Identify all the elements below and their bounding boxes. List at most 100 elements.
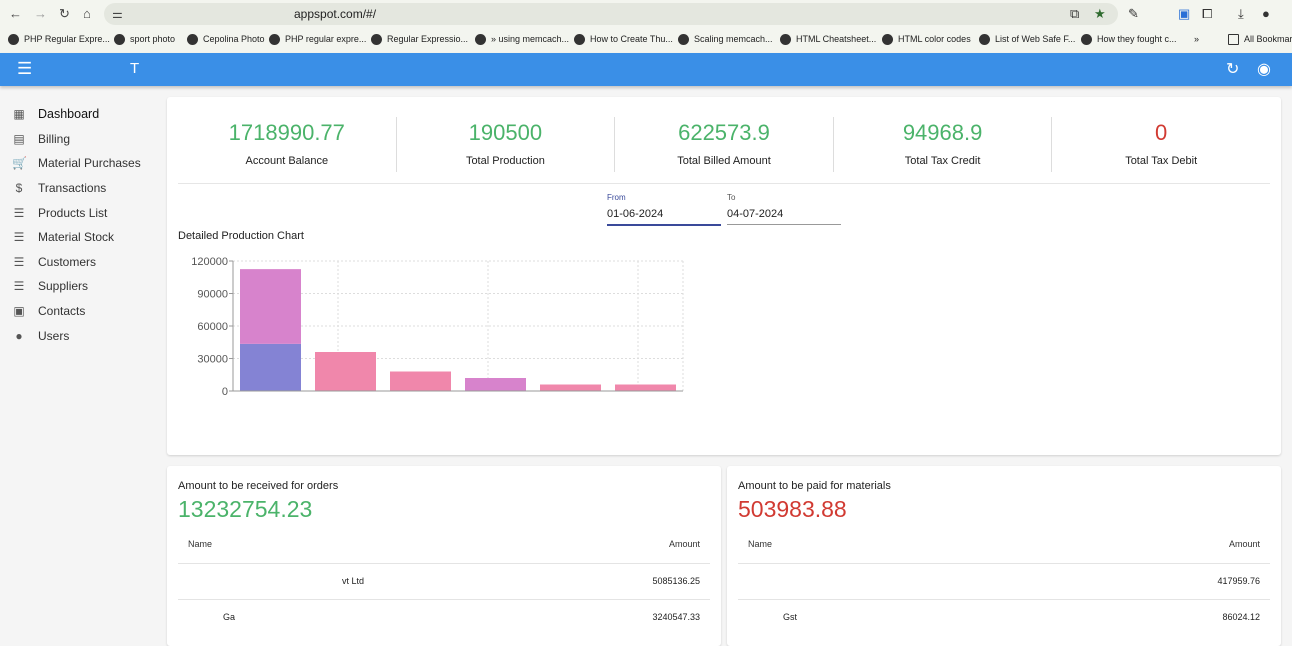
bookmark-item[interactable]: HTML color codes xyxy=(882,30,971,48)
dashboard-icon: ▦ xyxy=(13,107,25,122)
bookmark-item[interactable]: HTML Cheatsheet... xyxy=(780,30,876,48)
home-icon[interactable]: ⌂ xyxy=(83,6,91,21)
bookmark-favicon-icon xyxy=(1081,33,1092,45)
account-icon[interactable]: ◉ xyxy=(1257,59,1271,79)
production-chart: 0 30000 60000 90000 120000 xyxy=(191,256,684,398)
puzzle-icon[interactable]: ⧠ xyxy=(1202,6,1212,22)
sidebar-item-label: Contacts xyxy=(38,304,86,319)
url-text: appspot.com/#/ xyxy=(294,7,377,21)
row-amount: 5085136.25 xyxy=(652,576,700,586)
name-header[interactable]: Name xyxy=(748,539,772,549)
bookmark-item[interactable]: Regular Expressio... xyxy=(371,30,468,48)
divider xyxy=(738,563,1270,564)
chart-title: Detailed Production Chart xyxy=(178,230,304,242)
bookmark-item[interactable]: Scaling memcach... xyxy=(678,30,773,48)
cart-icon: 🛒 xyxy=(12,156,27,171)
stat-account-balance: 1718990.77 Account Balance xyxy=(178,117,397,172)
to-label: To xyxy=(727,193,736,202)
billing-icon: ▤ xyxy=(13,131,25,146)
refresh-icon[interactable]: ↻ xyxy=(1226,59,1239,79)
forward-icon[interactable]: → xyxy=(34,6,47,21)
profile-icon[interactable]: ● xyxy=(1262,6,1270,21)
bookmark-favicon-icon xyxy=(882,33,893,45)
payable-title: Amount to be paid for materials xyxy=(738,480,891,492)
sidebar-item-products-list[interactable]: ☰ Products List xyxy=(0,200,160,225)
bookmark-label: HTML Cheatsheet... xyxy=(796,34,877,44)
extension-icon[interactable]: ▣ xyxy=(1178,6,1190,22)
bookmark-label: How to Create Thu... xyxy=(590,34,673,44)
stat-label: Total Tax Debit xyxy=(1125,155,1198,167)
amount-header[interactable]: Amount xyxy=(578,539,700,549)
amount-header[interactable]: Amount xyxy=(1138,539,1260,549)
stat-total-tax-credit: 94968.9 Total Tax Credit xyxy=(834,117,1053,172)
receivable-total: 13232754.23 xyxy=(178,496,313,522)
bookmark-item[interactable]: » xyxy=(1194,30,1199,48)
sidebar-item-customers[interactable]: ☰ Customers xyxy=(0,250,160,275)
stat-value: 190500 xyxy=(468,120,543,145)
bookmark-item[interactable]: PHP regular expre... xyxy=(269,30,366,48)
download-icon[interactable]: ⤓ xyxy=(1238,6,1244,22)
bookmark-favicon-icon xyxy=(780,33,791,45)
stat-label: Total Tax Credit xyxy=(904,155,981,167)
bookmark-item[interactable]: List of Web Safe F... xyxy=(979,30,1075,48)
bookmark-label: Cepolina Photo xyxy=(203,34,265,44)
sidebar-item-suppliers[interactable]: ☰ Suppliers xyxy=(0,274,160,299)
bookmark-favicon-icon xyxy=(678,33,689,45)
bookmark-item[interactable]: How they fought c... xyxy=(1081,30,1177,48)
bar-series-2 xyxy=(465,378,526,391)
y-tick-label: 0 xyxy=(222,386,228,398)
bookmark-label: PHP Regular Expre... xyxy=(24,34,110,44)
bookmark-favicon-icon xyxy=(979,33,990,45)
bookmark-item[interactable]: PHP Regular Expre... xyxy=(8,30,110,48)
bar-series-3 xyxy=(390,371,451,391)
install-icon[interactable]: ⧉ xyxy=(1070,6,1079,22)
sidebar-item-label: Dashboard xyxy=(38,107,100,122)
from-value[interactable]: 01-06-2024 xyxy=(607,208,721,224)
bookmark-item[interactable]: » using memcach... xyxy=(475,30,569,48)
app-title: T xyxy=(130,60,140,77)
bookmark-item[interactable]: How to Create Thu... xyxy=(574,30,673,48)
bar-series-2 xyxy=(240,269,301,344)
stat-value: 94968.9 xyxy=(902,120,983,145)
sidebar-item-users[interactable]: ● Users xyxy=(0,323,160,348)
address-bar[interactable]: ⚌ appspot.com/#/ xyxy=(104,3,1118,25)
extension-pen-icon[interactable]: ✎ xyxy=(1128,6,1139,22)
bookmark-item[interactable]: Cepolina Photo xyxy=(187,30,265,48)
bookmark-item[interactable]: sport photo xyxy=(114,30,175,48)
bookmark-label: How they fought c... xyxy=(1097,34,1177,44)
from-date-field[interactable]: From 01-06-2024 xyxy=(607,193,721,226)
name-header[interactable]: Name xyxy=(188,539,212,549)
bookmark-label: sport photo xyxy=(130,34,176,44)
site-settings-icon[interactable]: ⚌ xyxy=(112,3,123,25)
bookmark-label: » using memcach... xyxy=(491,34,570,44)
folder-icon xyxy=(1228,33,1239,45)
list-icon: ☰ xyxy=(13,279,25,294)
sidebar-item-label: Billing xyxy=(38,131,71,146)
bookmark-star-icon[interactable]: ★ xyxy=(1094,6,1106,22)
to-value[interactable]: 04-07-2024 xyxy=(727,208,841,224)
sidebar-item-dashboard[interactable]: ▦ Dashboard xyxy=(0,102,160,127)
sidebar-item-transactions[interactable]: $ Transactions xyxy=(0,176,160,201)
row-amount: 86024.12 xyxy=(1222,612,1260,622)
row-name: Ga xyxy=(223,612,236,622)
bookmark-favicon-icon xyxy=(187,33,198,45)
bookmark-favicon-icon xyxy=(8,33,19,45)
menu-icon[interactable]: ☰ xyxy=(17,59,32,79)
back-icon[interactable]: ← xyxy=(9,6,22,21)
app-bar: ☰ T ↻ ◉ xyxy=(0,53,1292,86)
sidebar-item-material-stock[interactable]: ☰ Material Stock xyxy=(0,225,160,250)
stat-total-production: 190500 Total Production xyxy=(397,117,616,172)
sidebar-item-label: Customers xyxy=(38,254,97,269)
payable-total: 503983.88 xyxy=(738,496,847,522)
sidebar-item-material-purchases[interactable]: 🛒 Material Purchases xyxy=(0,151,160,176)
bookmark-label: List of Web Safe F... xyxy=(995,34,1076,44)
to-date-field[interactable]: To 04-07-2024 xyxy=(727,193,841,225)
stat-total-tax-debit: 0 Total Tax Debit xyxy=(1052,117,1270,172)
sidebar-item-contacts[interactable]: ▣ Contacts xyxy=(0,299,160,324)
stat-value: 622573.9 xyxy=(678,120,770,145)
sidebar-item-billing[interactable]: ▤ Billing xyxy=(0,127,160,152)
list-icon: ☰ xyxy=(13,205,25,220)
dollar-icon: $ xyxy=(15,181,23,196)
reload-icon[interactable]: ↻ xyxy=(59,6,70,22)
bookmark-item[interactable]: All Bookmarks xyxy=(1228,30,1292,48)
